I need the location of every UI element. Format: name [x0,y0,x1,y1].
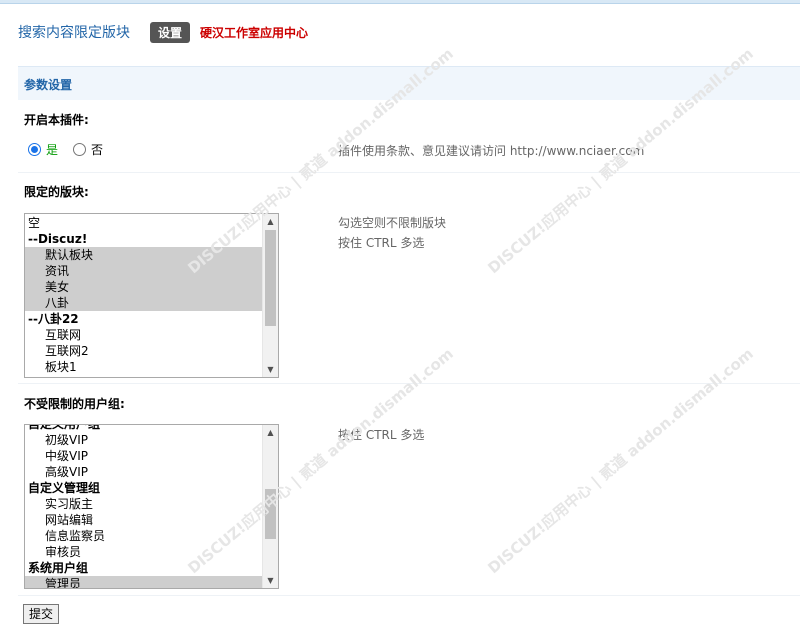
divider [18,172,800,173]
listbox-option[interactable]: 自定义用户组 [25,425,262,432]
listbox-option[interactable]: 自定义管理组 [25,480,262,496]
listbox-option[interactable]: --Discuz! [25,231,262,247]
listbox-option[interactable]: --八卦22 [25,311,262,327]
listbox-option[interactable]: 初级VIP [25,432,262,448]
forums-label: 限定的版块: [24,185,89,199]
listbox-option[interactable]: 板块1 [25,359,262,375]
listbox-option[interactable]: 空 [25,215,262,231]
listbox-option[interactable]: 高级VIP [25,464,262,480]
listbox-option[interactable]: 美女 [25,279,262,295]
scroll-up-icon[interactable]: ▲ [263,214,278,229]
plugin-terms-hint: 插件使用条款、意见建议请访问 http://www.nciaer.com [338,144,645,158]
watermark: DISCUZ!应用中心 | 贰道 addon.dismall.com [484,344,757,578]
page-title: 搜索内容限定版块 [18,25,130,41]
listbox-option[interactable]: 审核员 [25,544,262,560]
listbox-option[interactable]: 信息监察员 [25,528,262,544]
scroll-thumb[interactable] [265,230,276,326]
scroll-down-icon[interactable]: ▼ [263,573,278,588]
usergroups-hint: 按住 CTRL 多选 [338,428,425,442]
divider [18,595,800,596]
listbox-option[interactable]: 管理员 [25,576,262,588]
radio-yes[interactable] [28,143,41,156]
forums-options: 空 --Discuz! 默认板块 资讯 美女 八卦 --八卦22 互联网 互联网2 板块1 [25,215,262,377]
usergroups-label: 不受限制的用户组: [24,397,125,411]
forums-hint-empty: 勾选空则不限制版块 [338,216,447,230]
forums-hint-ctrl: 按住 CTRL 多选 [338,236,425,250]
usergroups-options: 自定义用户组 初级VIP 中级VIP 高级VIP 自定义管理组 实习版主 网站编辑 信息监察员… [25,425,262,588]
page-header: 搜索内容限定版块 设置 硬汉工作室应用中心 [18,21,308,43]
enable-plugin-label: 开启本插件: [24,113,89,127]
listbox-option[interactable]: 资讯 [25,263,262,279]
scroll-up-icon[interactable]: ▲ [263,425,278,440]
listbox-option[interactable]: 互联网2 [25,343,262,359]
listbox-option[interactable]: 八卦 [25,295,262,311]
radio-no[interactable] [73,143,87,156]
settings-button[interactable]: 设置 [150,21,191,43]
vendor-link[interactable]: 硬汉工作室应用中心 [200,24,308,41]
listbox-option[interactable]: 系统用户组 [25,560,262,576]
section-title: 参数设置 [24,78,73,92]
radio-no-label[interactable]: 否 [91,141,103,158]
listbox-option[interactable]: 中级VIP [25,448,262,464]
divider [18,383,800,384]
forums-scrollbar[interactable]: ▲ ▼ [262,214,278,377]
listbox-option[interactable]: 互联网 [25,327,262,343]
submit-button[interactable]: 提交 [23,604,59,624]
listbox-option[interactable]: 实习版主 [25,496,262,512]
radio-yes-label[interactable]: 是 [46,141,58,158]
usergroups-listbox[interactable]: 自定义用户组 初级VIP 中级VIP 高级VIP 自定义管理组 实习版主 网站编辑 信息监察员… [24,424,279,589]
enable-radio-group: 是 否 [28,141,103,158]
listbox-option[interactable]: 默认板块 [25,247,262,263]
scroll-down-icon[interactable]: ▼ [263,362,278,377]
top-border [0,0,800,4]
listbox-option[interactable]: 网站编辑 [25,512,262,528]
forums-listbox[interactable]: 空 --Discuz! 默认板块 资讯 美女 八卦 --八卦22 互联网 互联网2 板块1 ▲ ▼ [24,213,279,378]
section-header: 参数设置 [18,66,800,100]
scroll-thumb[interactable] [265,489,276,539]
usergroups-scrollbar[interactable]: ▲ ▼ [262,425,278,588]
